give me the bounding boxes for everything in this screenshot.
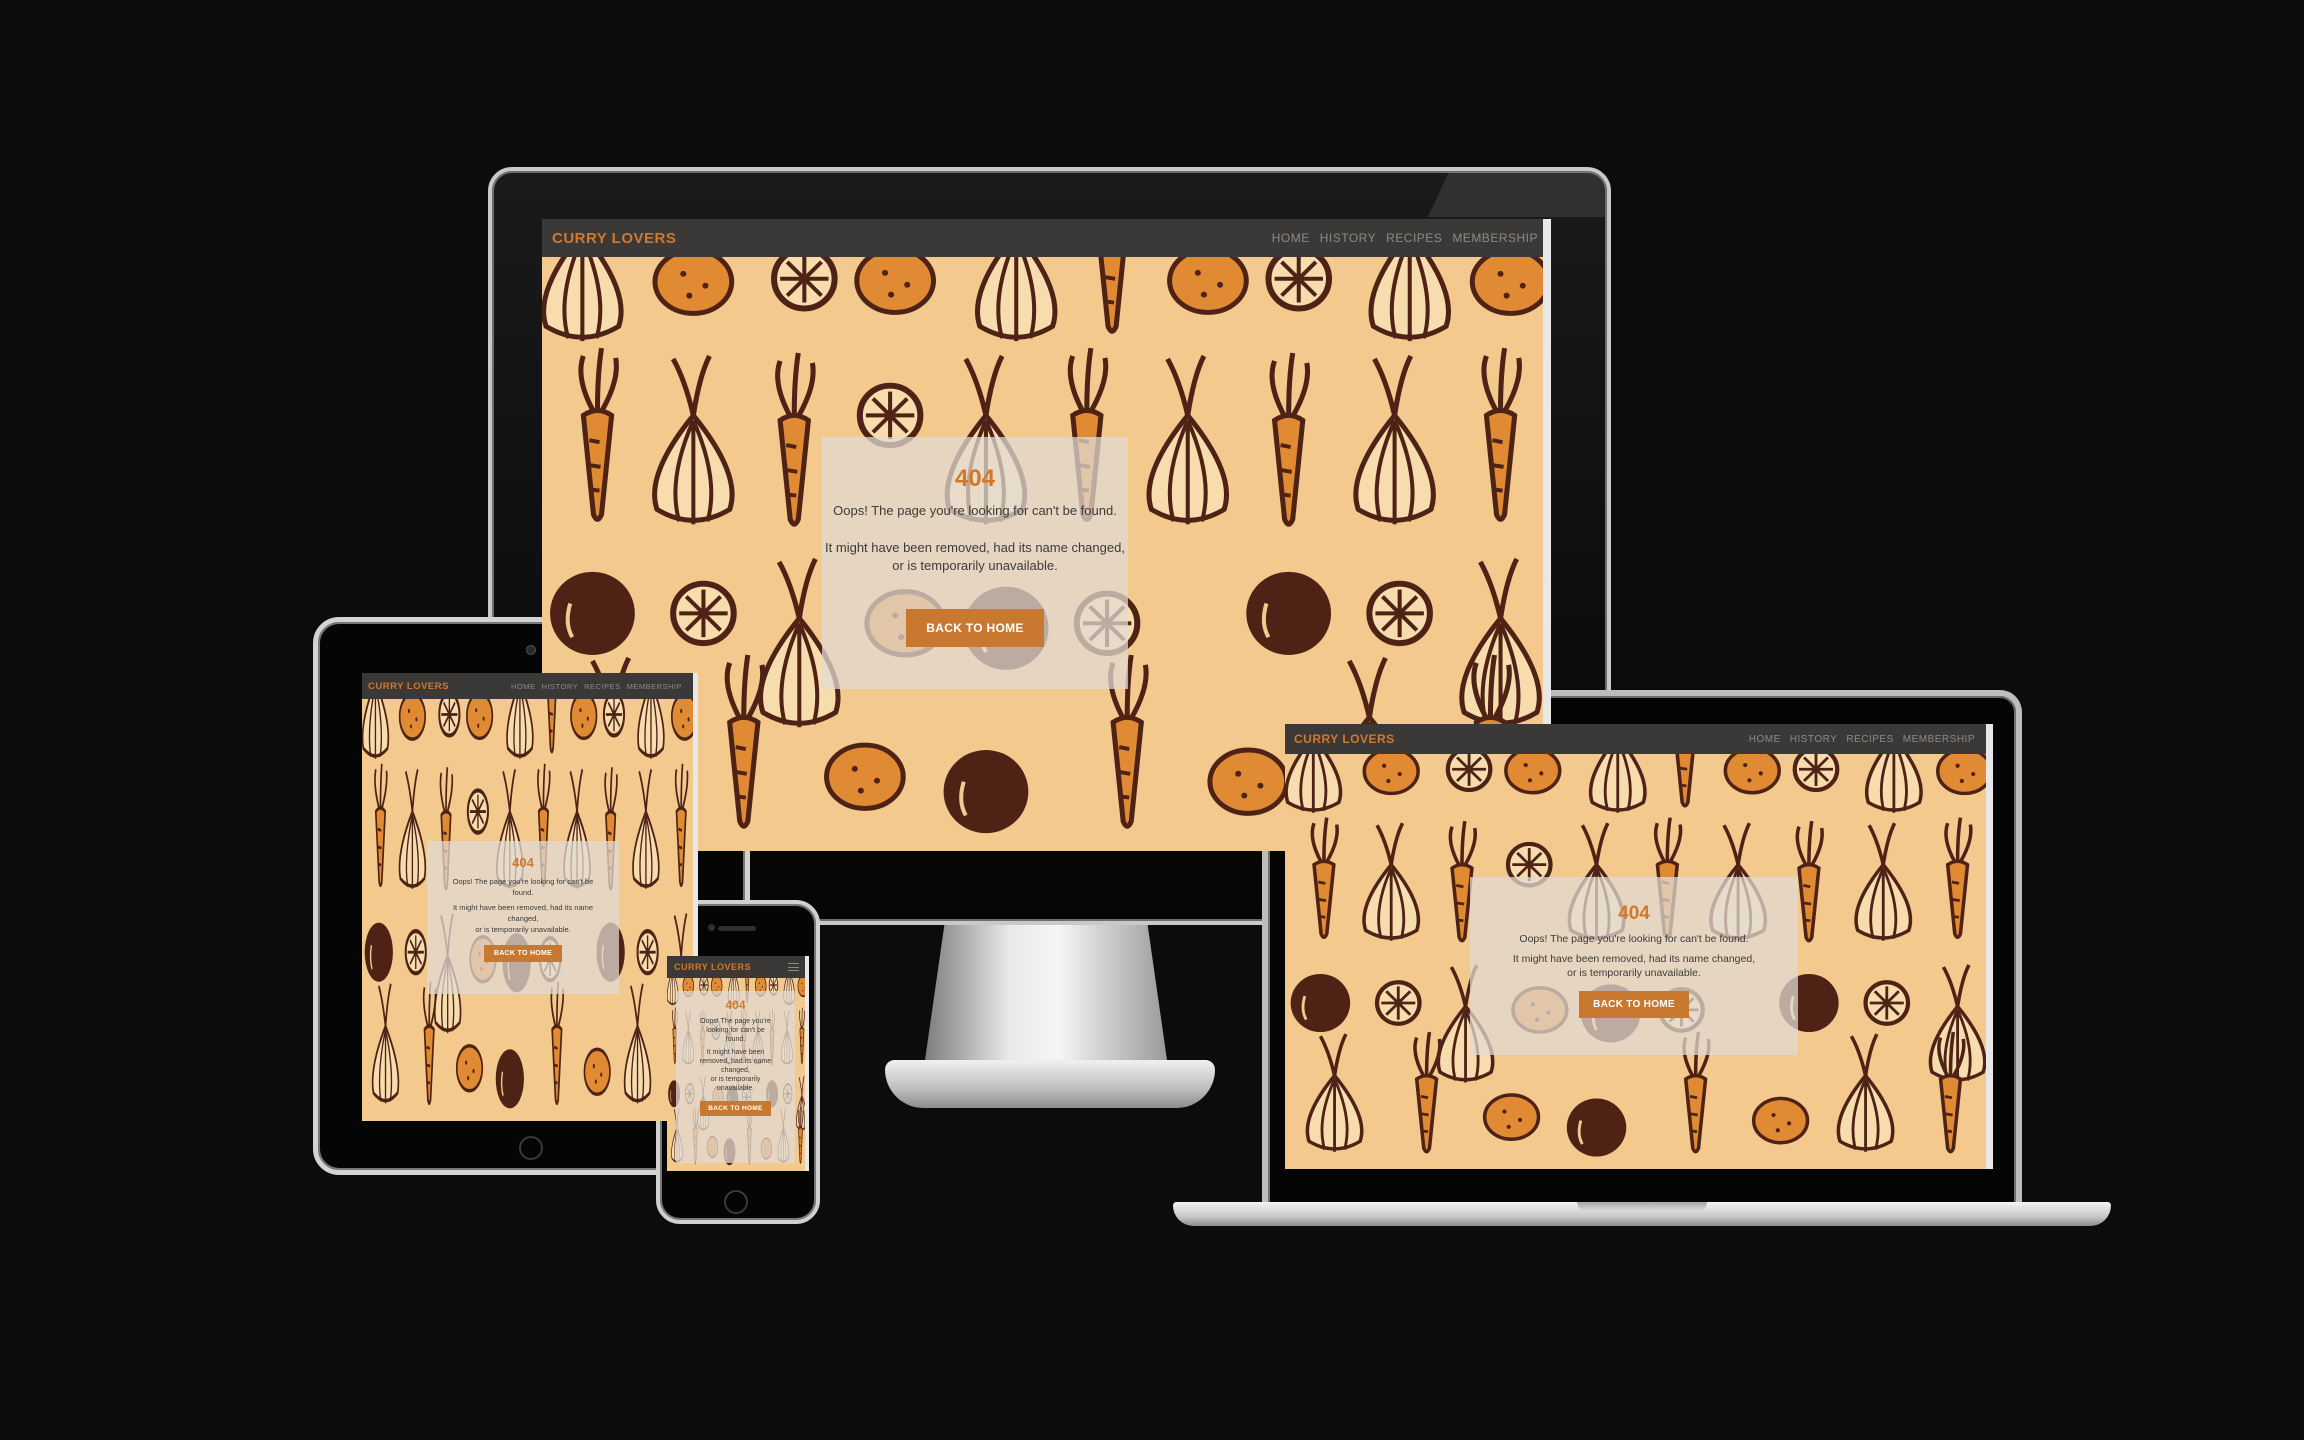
nav-recipes[interactable]: RECIPES: [584, 682, 620, 691]
nav-links: HOME HISTORY RECIPES MEMBERSHIP: [1749, 734, 1975, 745]
monitor-stand-neck: [925, 925, 1167, 1060]
error-detail-line3: or is temporarily unavailable.: [475, 925, 571, 934]
error-message: Oops! The page you're looking for can't …: [833, 503, 1117, 518]
nav-membership[interactable]: MEMBERSHIP: [1452, 231, 1538, 245]
phone-home-button[interactable]: [724, 1190, 748, 1214]
nav-recipes[interactable]: RECIPES: [1386, 231, 1442, 245]
error-card: 404 Oops! The page you're looking for ca…: [1470, 877, 1798, 1055]
brand-logo[interactable]: CURRY LOVERS: [368, 681, 449, 692]
back-to-home-button[interactable]: BACK TO HOME: [906, 609, 1044, 647]
error-detail-line5: unavailable.: [716, 1085, 755, 1092]
navbar: CURRY LOVERS HOME HISTORY RECIPES MEMBER…: [542, 219, 1551, 257]
error-detail-line2: removed, had its name: [699, 1058, 772, 1065]
navbar: CURRY LOVERS HOME HISTORY RECIPES MEMBER…: [1285, 724, 1993, 754]
nav-recipes[interactable]: RECIPES: [1846, 734, 1893, 745]
back-to-home-button[interactable]: BACK TO HOME: [700, 1101, 771, 1116]
phone-camera-icon: [708, 924, 715, 931]
error-detail-line2: changed,: [507, 914, 539, 923]
monitor-glare: [1380, 172, 1605, 217]
navbar: CURRY LOVERS HOME HISTORY RECIPES MEMBER…: [362, 673, 698, 699]
phone-speaker: [718, 926, 756, 931]
error-code: 404: [1618, 903, 1650, 924]
phone-screen: CURRY LOVERS 404 Oops! The page you're l…: [667, 956, 809, 1171]
error-message: Oops! The page you're looking for can't …: [1519, 933, 1749, 945]
error-detail-line1: It might have been removed, had its name…: [1512, 953, 1756, 965]
error-card: 404 Oops! The page you're looking for ca…: [427, 841, 619, 994]
tablet-home-button[interactable]: [519, 1136, 543, 1160]
brand-logo[interactable]: CURRY LOVERS: [552, 230, 676, 247]
scrollbar[interactable]: [805, 956, 809, 1171]
error-code: 404: [954, 465, 996, 492]
nav-home[interactable]: HOME: [1272, 231, 1310, 245]
error-message-line2: looking for can't be: [706, 1027, 765, 1034]
nav-links: HOME HISTORY RECIPES MEMBERSHIP: [1272, 231, 1538, 245]
error-message-line1: Oops! The page you're: [700, 1018, 771, 1025]
error-detail-line2: or is temporarily unavailable.: [892, 558, 1058, 573]
monitor-stand-base: [885, 1060, 1215, 1108]
back-to-home-button[interactable]: BACK TO HOME: [483, 945, 563, 962]
nav-history[interactable]: HISTORY: [542, 682, 579, 691]
navbar: CURRY LOVERS: [667, 956, 809, 978]
error-detail-line1: It might have been removed, had its name…: [825, 540, 1125, 555]
error-detail-line2: or is temporarily unavailable.: [1567, 967, 1701, 979]
error-message-line1: Oops! The page you're looking for can't …: [452, 877, 594, 886]
tablet-screen: CURRY LOVERS HOME HISTORY RECIPES MEMBER…: [362, 673, 698, 1121]
back-to-home-button[interactable]: BACK TO HOME: [1579, 991, 1689, 1018]
error-card: 404 Oops! The page you're looking for ca…: [822, 437, 1128, 689]
error-message-line2: found.: [512, 888, 534, 897]
brand-logo[interactable]: CURRY LOVERS: [1294, 732, 1395, 746]
nav-links: HOME HISTORY RECIPES MEMBERSHIP: [511, 682, 682, 691]
error-detail-line3: changed,: [721, 1067, 750, 1074]
error-code: 404: [512, 855, 534, 870]
laptop-screen: CURRY LOVERS HOME HISTORY RECIPES MEMBER…: [1285, 724, 1993, 1169]
nav-home[interactable]: HOME: [1749, 734, 1781, 745]
error-detail-line4: or is temporarily: [710, 1076, 761, 1083]
hamburger-menu-icon[interactable]: [788, 963, 799, 971]
error-card: 404 Oops! The page you're looking for ca…: [676, 991, 795, 1163]
nav-history[interactable]: HISTORY: [1320, 231, 1376, 245]
error-code: 404: [725, 998, 746, 1012]
error-detail-line1: It might have been: [706, 1049, 765, 1056]
nav-membership[interactable]: MEMBERSHIP: [1903, 734, 1975, 745]
nav-home[interactable]: HOME: [511, 682, 536, 691]
error-message-line3: found.: [725, 1036, 746, 1043]
laptop-notch: [1577, 1202, 1707, 1211]
nav-membership[interactable]: MEMBERSHIP: [627, 682, 682, 691]
error-detail-line1: It might have been removed, had its name: [452, 903, 594, 912]
scrollbar[interactable]: [1986, 724, 1993, 1169]
tablet-camera-icon: [526, 645, 536, 655]
nav-history[interactable]: HISTORY: [1790, 734, 1838, 745]
brand-logo[interactable]: CURRY LOVERS: [674, 962, 751, 972]
